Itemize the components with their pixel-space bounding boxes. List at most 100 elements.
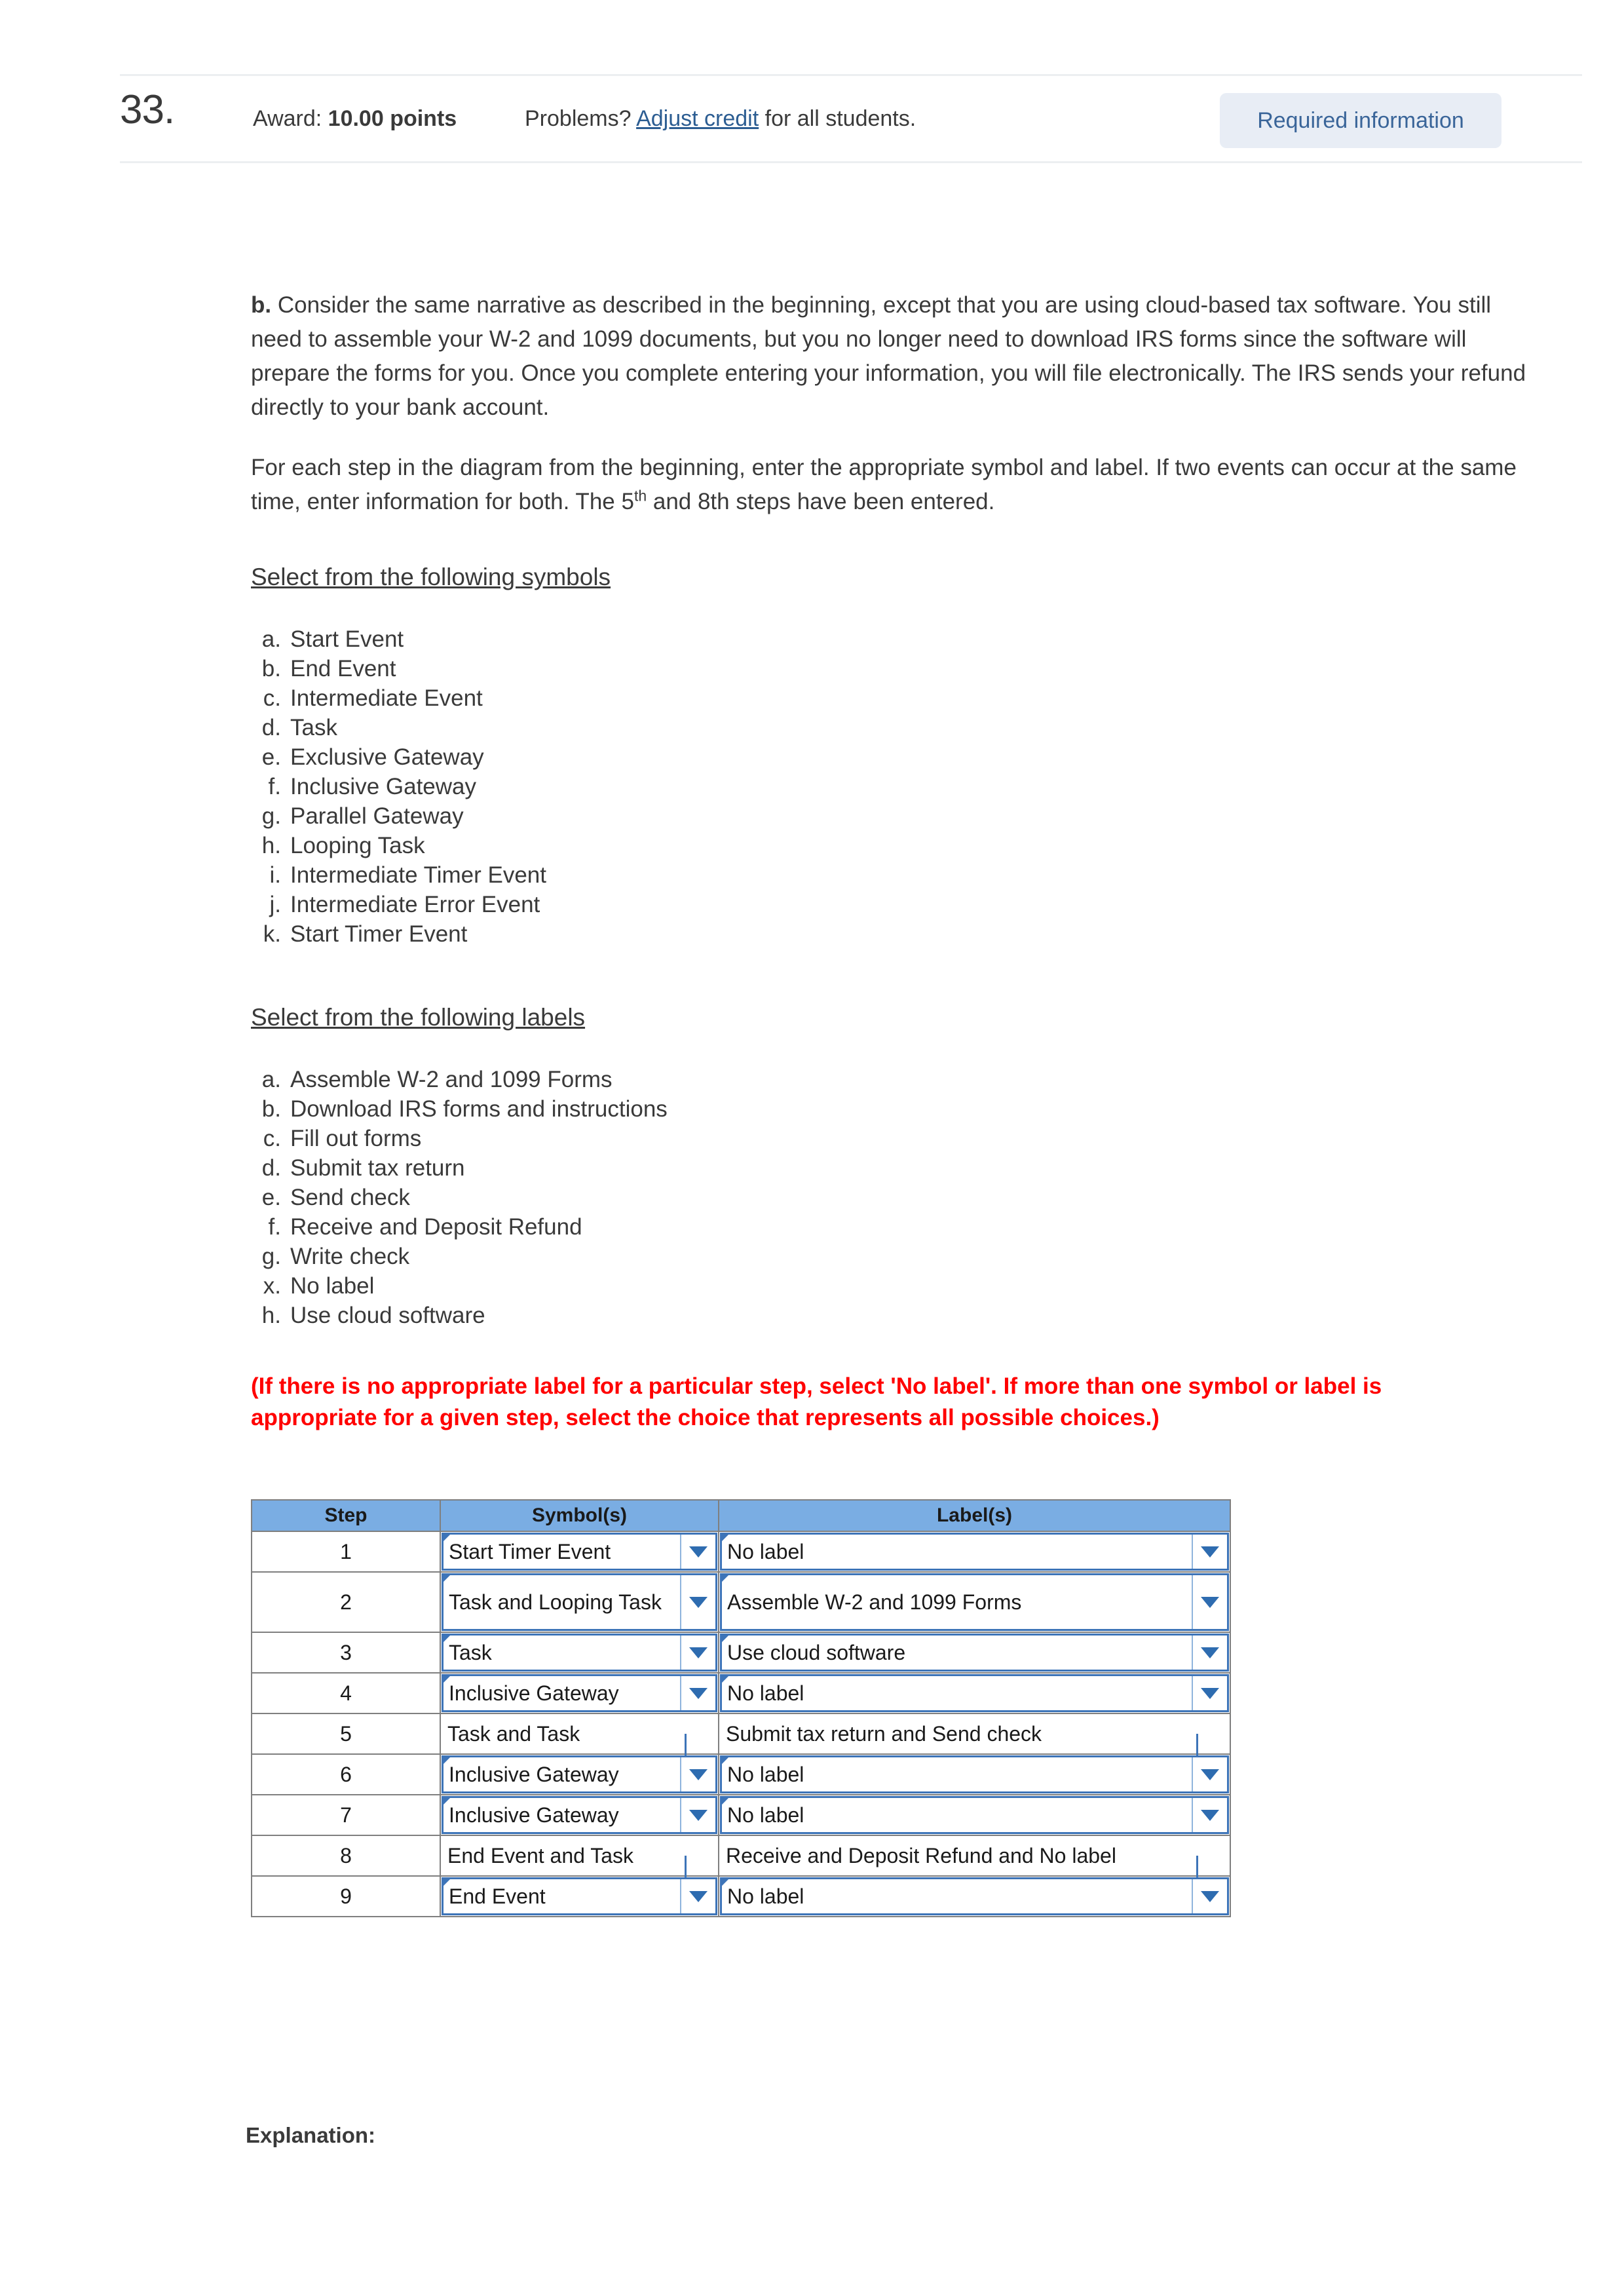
chevron-down-icon[interactable] [680,1636,715,1670]
symbol-option-item: j. Intermediate Error Event [251,890,1541,919]
chevron-down-icon[interactable] [1192,1757,1227,1791]
symbol-dropdown[interactable]: Inclusive Gateway [442,1796,717,1834]
label-dropdown[interactable]: No label [720,1533,1229,1571]
caret-glyph [689,1546,708,1558]
chevron-down-icon[interactable] [680,1535,715,1569]
symbol-cell[interactable]: Inclusive Gateway [440,1794,719,1836]
symbol-option-text: Exclusive Gateway [290,744,484,770]
label-option-text: No label [290,1273,375,1299]
symbol-dropdown-value: Inclusive Gateway [449,1763,619,1786]
label-dropdown[interactable]: No label [720,1796,1229,1834]
chevron-down-icon[interactable] [680,1676,715,1710]
symbol-dropdown[interactable]: Inclusive Gateway [442,1674,717,1712]
chevron-down-icon[interactable] [680,1575,715,1629]
label-dropdown[interactable]: No label [720,1877,1229,1915]
chevron-down-icon[interactable] [680,1879,715,1913]
symbol-dropdown[interactable]: Start Timer Event [442,1533,717,1571]
label-dropdown[interactable]: No label [720,1755,1229,1793]
symbol-cell[interactable]: Task and Looping Task [440,1571,719,1633]
caret-glyph [1201,1596,1219,1608]
adjust-credit-link[interactable]: Adjust credit [636,106,759,131]
symbol-dropdown[interactable]: Task and Looping Task [442,1573,717,1631]
label-dropdown-value: Use cloud software [727,1641,906,1664]
symbol-dropdown[interactable]: End Event [442,1877,717,1915]
symbol-cell[interactable]: Task [440,1632,719,1674]
question-number: 33. [120,87,175,132]
explanation-heading: Explanation: [246,2123,376,2147]
label-option-key: x. [263,1273,281,1299]
step-number-cell: 8 [251,1835,441,1877]
question-header: 33. Award: 10.00 points Problems? Adjust… [120,76,1582,161]
label-option-item: f. Receive and Deposit Refund [251,1212,1541,1242]
label-option-item: d. Submit tax return [251,1153,1541,1183]
symbol-dropdown[interactable]: Task [442,1634,717,1672]
symbol-option-item: g. Parallel Gateway [251,801,1541,831]
chevron-down-icon[interactable] [1192,1575,1227,1629]
symbol-option-item: f. Inclusive Gateway [251,772,1541,801]
label-option-item: g. Write check [251,1242,1541,1271]
table-row: 1 Start Timer Event No label [251,1531,1231,1573]
table-row: 8 End Event and Task Receive and Deposit R… [251,1835,1231,1883]
label-dropdown-value: No label [727,1681,804,1705]
label-option-item: b. Download IRS forms and instructions [251,1094,1541,1124]
caret-glyph [1201,1647,1219,1658]
symbol-dropdown[interactable]: Inclusive Gateway [442,1755,717,1793]
label-dropdown-value: No label [727,1540,804,1563]
symbol-option-text: Intermediate Event [290,685,483,711]
steps-table-body: 1 Start Timer Event No label 2 Task and Loop… [251,1531,1231,1917]
table-header-row: Step Symbol(s) Label(s) [251,1499,1231,1532]
label-option-item: e. Send check [251,1183,1541,1212]
label-cell[interactable]: No label [718,1531,1231,1573]
label-cell[interactable]: No label [718,1875,1231,1917]
label-option-key: d. [261,1155,281,1181]
label-option-key: g. [261,1244,281,1269]
label-option-text: Fill out forms [290,1126,422,1151]
label-cell[interactable]: No label [718,1672,1231,1714]
symbol-option-key: k. [263,921,281,947]
chevron-down-icon[interactable] [1192,1879,1227,1913]
label-dropdown[interactable]: Assemble W-2 and 1099 Forms [720,1573,1229,1631]
chevron-down-icon[interactable] [1192,1798,1227,1832]
label-static-value: Receive and Deposit Refund and No label [719,1836,1230,1883]
step-number-cell: 5 [251,1713,441,1755]
narrative-text: Consider the same narrative as described… [251,292,1526,420]
chevron-down-icon[interactable] [1192,1676,1227,1710]
symbol-static-value: Task and Task [441,1714,718,1761]
award-text: Award: 10.00 points [253,106,457,132]
label-static-value: Submit tax return and Send check [719,1714,1230,1761]
label-cell[interactable]: No label [718,1794,1231,1836]
label-cell: Receive and Deposit Refund and No label [718,1835,1231,1883]
caret-glyph [689,1890,708,1902]
symbol-static-value: End Event and Task [441,1836,718,1883]
column-header-label: Label(s) [718,1499,1231,1532]
header-divider-bottom [120,161,1582,163]
caret-glyph [1201,1546,1219,1558]
label-option-item: c. Fill out forms [251,1124,1541,1153]
symbol-cell[interactable]: Inclusive Gateway [440,1672,719,1714]
chevron-down-icon[interactable] [680,1798,715,1832]
symbol-cell[interactable]: Start Timer Event [440,1531,719,1573]
table-row: 2 Task and Looping Task Assemble W-2 and 1… [251,1571,1231,1633]
ordinal-superscript: th [633,487,647,505]
chevron-down-icon[interactable] [680,1757,715,1791]
symbol-option-key: j. [269,892,282,917]
symbol-cell[interactable]: End Event [440,1875,719,1917]
symbol-option-text: Start Event [290,626,404,652]
chevron-down-icon[interactable] [1192,1636,1227,1670]
caret-glyph [1201,1769,1219,1780]
symbol-cell[interactable]: Inclusive Gateway [440,1753,719,1795]
symbol-option-key: g. [261,803,281,829]
label-cell[interactable]: Assemble W-2 and 1099 Forms [718,1571,1231,1633]
label-cell[interactable]: Use cloud software [718,1632,1231,1674]
label-cell[interactable]: No label [718,1753,1231,1795]
label-dropdown[interactable]: No label [720,1674,1229,1712]
chevron-down-icon[interactable] [1192,1535,1227,1569]
step-number-cell: 7 [251,1794,441,1836]
symbol-cell: Task and Task [440,1713,719,1761]
symbol-option-text: Start Timer Event [290,921,468,947]
label-dropdown[interactable]: Use cloud software [720,1634,1229,1672]
label-option-item: a. Assemble W-2 and 1099 Forms [251,1065,1541,1094]
label-option-key: b. [261,1096,281,1122]
symbol-option-text: Intermediate Timer Event [290,862,546,888]
